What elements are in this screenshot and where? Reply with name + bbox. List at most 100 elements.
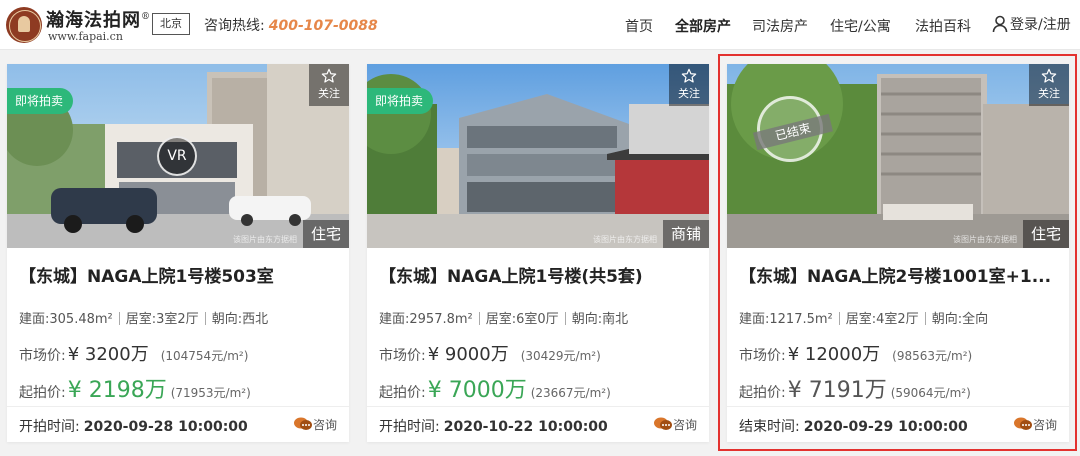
ended-stamp: 已结束 [752, 96, 834, 162]
property-photo[interactable]: 已结束 关注 该图片由东方据相 住宅 [727, 64, 1069, 248]
star-icon [681, 68, 697, 83]
property-card[interactable]: 即将拍卖 VR 关注 该图片由东方据相 住宅 【东城】NAGA上院1号楼503室… [7, 64, 349, 442]
spec-area: 建面:1217.5m² [739, 312, 833, 327]
card-divider [367, 406, 709, 407]
spec-divider [204, 312, 206, 325]
auction-time-label: 开拍时间: [19, 419, 80, 435]
starting-price: ¥ 2198万 [67, 378, 167, 403]
hotline-label: 咨询热线: [204, 18, 265, 34]
brand-domain: www.fapai.cn [48, 30, 123, 43]
market-price: ¥ 12000万 [787, 344, 881, 365]
star-icon [1041, 68, 1057, 83]
property-specs: 建面:305.48m² 居室:3室2厅 朝向:西北 [19, 308, 268, 327]
property-title[interactable]: 【东城】NAGA上院1号楼(共5套) [379, 262, 701, 287]
starting-price-label: 起拍价: [19, 385, 66, 401]
favorite-button[interactable]: 关注 [309, 64, 349, 106]
favorite-label: 关注 [678, 87, 700, 100]
starting-price-row: 起拍价:¥ 2198万 (71953元/m²) [19, 372, 251, 404]
starting-price: ¥ 7191万 [787, 378, 887, 403]
favorite-button[interactable]: 关注 [1029, 64, 1069, 106]
status-badge: 即将拍卖 [7, 88, 74, 114]
auction-time-value: 2020-10-22 10:00:00 [443, 419, 608, 435]
chat-bubble-icon [653, 417, 672, 430]
property-title[interactable]: 【东城】NAGA上院1号楼503室 [19, 262, 341, 287]
logo-seal-icon [6, 7, 42, 43]
property-type-tag: 住宅 [302, 220, 349, 248]
starting-price-label: 起拍价: [379, 385, 426, 401]
property-title[interactable]: 【东城】NAGA上院2号楼1001室+1... [739, 262, 1061, 287]
starting-unit-price: (23667元/m²) [530, 386, 611, 400]
top-header: 瀚海法拍网® www.fapai.cn 北京 咨询热线: 400-107-0088… [0, 0, 1080, 50]
photo-watermark: 该图片由东方据相 [233, 235, 297, 244]
spec-divider [924, 312, 926, 325]
consult-button[interactable]: 咨询 [293, 416, 337, 433]
starting-price-row: 起拍价:¥ 7191万 (59064元/m²) [739, 372, 971, 404]
card-divider [727, 406, 1069, 407]
starting-price-row: 起拍价:¥ 7000万 (23667元/m²) [379, 372, 611, 404]
market-unit-price: (98563元/m²) [892, 349, 973, 363]
property-specs: 建面:2957.8m² 居室:6室0厅 朝向:南北 [379, 308, 628, 327]
property-photo[interactable]: 即将拍卖 关注 该图片由东方据相 商铺 [367, 64, 709, 248]
spec-divider [118, 312, 120, 325]
property-type-tag: 商铺 [662, 220, 709, 248]
hotline-number: 400-107-0088 [268, 18, 378, 34]
market-price-row: 市场价: ¥ 9000万 (30429元/m²) [379, 340, 601, 366]
nav-home[interactable]: 首页 [625, 16, 653, 36]
chat-bubble-icon [1013, 417, 1032, 430]
auction-time-label: 结束时间: [739, 419, 800, 435]
market-unit-price: (104754元/m²) [160, 349, 249, 363]
favorite-label: 关注 [318, 87, 340, 100]
auction-time: 开拍时间: 2020-10-22 10:00:00 [379, 416, 608, 436]
spec-area: 建面:2957.8m² [379, 312, 473, 327]
market-price-label: 市场价: [379, 348, 426, 364]
market-price-label: 市场价: [19, 348, 66, 364]
spec-orientation: 朝向:全向 [931, 312, 989, 327]
nav-all-properties[interactable]: 全部房产 [675, 16, 731, 36]
nav-encyclopedia[interactable]: 法拍百科 [915, 16, 971, 36]
property-card[interactable]: 已结束 关注 该图片由东方据相 住宅 【东城】NAGA上院2号楼1001室+1.… [727, 64, 1069, 442]
market-price-row: 市场价: ¥ 3200万 (104754元/m²) [19, 340, 248, 366]
market-unit-price: (30429元/m²) [520, 349, 601, 363]
favorite-label: 关注 [1038, 87, 1060, 100]
auction-time: 开拍时间: 2020-09-28 10:00:00 [19, 416, 248, 436]
site-logo[interactable]: 瀚海法拍网® www.fapai.cn [6, 6, 150, 44]
auction-time-value: 2020-09-28 10:00:00 [83, 419, 248, 435]
market-price-label: 市场价: [739, 348, 786, 364]
consult-label: 咨询 [312, 418, 337, 432]
market-price: ¥ 9000万 [427, 344, 509, 365]
consult-label: 咨询 [672, 418, 697, 432]
property-type-tag: 住宅 [1022, 220, 1069, 248]
vr-tour-button[interactable]: VR [157, 136, 197, 176]
card-divider [7, 406, 349, 407]
starting-unit-price: (71953元/m²) [170, 386, 251, 400]
photo-watermark: 该图片由东方据相 [593, 235, 657, 244]
login-register-link[interactable]: 登录/注册 [992, 14, 1071, 34]
city-selector[interactable]: 北京 [152, 13, 190, 35]
market-price: ¥ 3200万 [67, 344, 149, 365]
status-badge: 即将拍卖 [367, 88, 434, 114]
brand-name: 瀚海法拍网® [46, 10, 151, 31]
favorite-button[interactable]: 关注 [669, 64, 709, 106]
spec-orientation: 朝向:南北 [571, 312, 629, 327]
property-specs: 建面:1217.5m² 居室:4室2厅 朝向:全向 [739, 308, 988, 327]
market-price-row: 市场价: ¥ 12000万 (98563元/m²) [739, 340, 972, 366]
auction-time-value: 2020-09-29 10:00:00 [803, 419, 968, 435]
consult-button[interactable]: 咨询 [1013, 416, 1057, 433]
spec-rooms: 居室:3室2厅 [125, 312, 199, 327]
nav-judicial-properties[interactable]: 司法房产 [752, 16, 808, 36]
auction-time-label: 开拍时间: [379, 419, 440, 435]
spec-area: 建面:305.48m² [19, 312, 113, 327]
login-label: 登录/注册 [1010, 17, 1071, 33]
nav-residential[interactable]: 住宅/公寓 [830, 16, 891, 36]
hotline: 咨询热线: 400-107-0088 [204, 15, 378, 35]
auction-end-time: 结束时间: 2020-09-29 10:00:00 [739, 416, 968, 436]
starting-unit-price: (59064元/m²) [890, 386, 971, 400]
property-photo[interactable]: 即将拍卖 VR 关注 该图片由东方据相 住宅 [7, 64, 349, 248]
spec-divider [838, 312, 840, 325]
property-card[interactable]: 即将拍卖 关注 该图片由东方据相 商铺 【东城】NAGA上院1号楼(共5套) 建… [367, 64, 709, 442]
chat-bubble-icon [293, 417, 312, 430]
star-icon [321, 68, 337, 83]
starting-price-label: 起拍价: [739, 385, 786, 401]
consult-button[interactable]: 咨询 [653, 416, 697, 433]
spec-divider [564, 312, 566, 325]
